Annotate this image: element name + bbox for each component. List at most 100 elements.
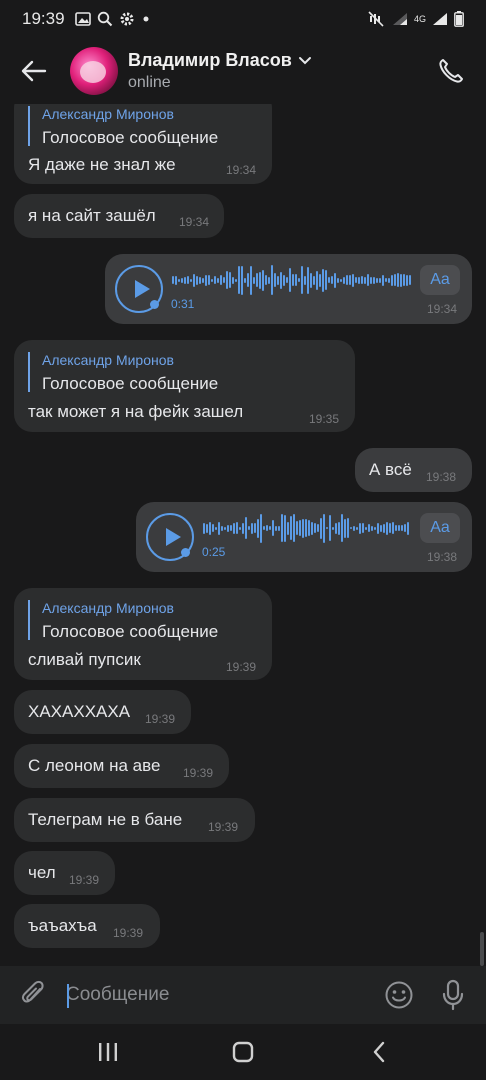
waveform-bar (296, 521, 298, 535)
waveform-bar (301, 266, 303, 294)
message-bubble[interactable]: Александр Миронов Голосовое сообщение та… (14, 340, 355, 432)
message-bubble[interactable]: Александр Миронов Голосовое сообщение Я … (14, 104, 272, 184)
home-button[interactable] (223, 1036, 263, 1068)
waveform-bar (346, 275, 348, 285)
voice-message-bubble[interactable]: 0:25 Aa 19:38 (136, 502, 472, 572)
contact-status: online (128, 74, 171, 91)
message-bubble[interactable]: я на сайт зашёл 19:34 (14, 194, 224, 238)
avatar[interactable] (70, 47, 118, 95)
voice-message-bubble[interactable]: 0:31 Aa 19:34 (105, 254, 472, 324)
system-navigation-bar (0, 1024, 486, 1080)
waveform-bar (215, 526, 217, 530)
scrollbar[interactable] (480, 932, 484, 966)
contact-info[interactable]: Владимир Власов online (128, 50, 312, 92)
reply-text: Голосовое сообщение (42, 622, 219, 641)
waveform-bar (313, 275, 315, 285)
waveform-bar (266, 525, 268, 531)
waveform-bar (328, 277, 330, 283)
recent-apps-button[interactable] (88, 1036, 128, 1068)
waveform-bar (239, 526, 241, 530)
waveform-bar (379, 277, 381, 283)
arrow-left-icon (21, 60, 47, 82)
waveform-bar (298, 278, 300, 282)
message-bubble[interactable]: С леоном на аве 19:39 (14, 744, 229, 788)
message-time: 19:39 (145, 712, 176, 726)
waveform-bar (350, 527, 352, 529)
reply-text: Голосовое сообщение (42, 374, 219, 393)
message-time: 19:34 (179, 215, 210, 229)
message-text: ъаъахъа (28, 916, 97, 935)
message-bubble[interactable]: ъаъахъа 19:39 (14, 904, 160, 948)
message-bubble[interactable]: Александр Миронов Голосовое сообщение сл… (14, 588, 272, 680)
message-bubble[interactable]: Телеграм не в бане 19:39 (14, 798, 255, 842)
message-bubble[interactable]: ХАХАХХАХА 19:39 (14, 690, 191, 734)
waveform-bar (406, 274, 408, 286)
waveform-bar (281, 514, 283, 542)
waveform-bar (356, 526, 358, 530)
waveform-bar (404, 524, 406, 532)
back-button[interactable] (6, 43, 62, 99)
waveform-bar (289, 268, 291, 292)
waveform-bar (319, 273, 321, 287)
waveform-bar (248, 526, 250, 530)
waveform-bar (232, 276, 234, 284)
waveform-bar (359, 522, 361, 534)
waveform-bar (223, 277, 225, 283)
waveform-bar (224, 526, 226, 530)
emoji-button[interactable] (380, 976, 418, 1014)
waveform-bar (293, 514, 295, 542)
message-text: сливай пупсик (28, 650, 141, 669)
message-bubble[interactable]: А всё 19:38 (355, 448, 472, 492)
waveform-bar (377, 522, 379, 534)
message-text: так может я на фейк зашел (28, 402, 244, 421)
reply-quote-bar (28, 106, 30, 146)
voice-waveform[interactable] (203, 511, 409, 545)
waveform-bar (184, 276, 186, 284)
transcribe-button[interactable]: Aa (420, 513, 460, 543)
waveform-bar (347, 518, 349, 538)
waveform-bar (247, 273, 249, 287)
waveform-bar (178, 278, 180, 282)
chat-header: Владимир Власов online (0, 38, 486, 104)
waveform-bar (395, 525, 397, 531)
call-button[interactable] (432, 52, 470, 90)
waveform-bar (371, 525, 373, 531)
recents-icon (99, 1043, 117, 1061)
microphone-icon (442, 979, 464, 1011)
reply-quote-bar (28, 600, 30, 640)
waveform-bar (320, 517, 322, 539)
message-list[interactable]: Александр Миронов Голосовое сообщение Я … (0, 104, 486, 966)
back-nav-button[interactable] (359, 1036, 399, 1068)
chevron-left-icon (373, 1041, 385, 1063)
waveform-bar (400, 273, 402, 287)
voice-record-button[interactable] (434, 976, 472, 1014)
waveform-bar (323, 513, 325, 543)
waveform-bar (401, 525, 403, 531)
waveform-bar (286, 277, 288, 283)
waveform-bar (280, 271, 282, 289)
waveform-bar (274, 273, 276, 287)
attach-button[interactable] (14, 975, 54, 1015)
waveform-bar (341, 514, 343, 542)
message-time: 19:39 (226, 660, 257, 674)
message-time: 19:39 (183, 766, 214, 780)
waveform-bar (199, 276, 201, 284)
unplayed-indicator (150, 300, 159, 309)
waveform-bar (299, 520, 301, 536)
waveform-bar (367, 274, 369, 286)
waveform-bar (187, 276, 189, 284)
voice-waveform[interactable] (172, 263, 411, 297)
waveform-bar (409, 275, 411, 285)
waveform-bar (287, 521, 289, 535)
voice-duration: 0:25 (202, 545, 226, 559)
waveform-bar (206, 523, 208, 533)
waveform-bar (302, 518, 304, 538)
message-input[interactable] (66, 975, 366, 1015)
waveform-bar (389, 523, 391, 533)
transcribe-button[interactable]: Aa (420, 265, 460, 295)
mute-icon (368, 11, 386, 27)
waveform-bar (364, 276, 366, 284)
message-bubble[interactable]: чел 19:39 (14, 851, 115, 895)
waveform-bar (361, 276, 363, 284)
voice-duration: 0:31 (171, 297, 195, 311)
